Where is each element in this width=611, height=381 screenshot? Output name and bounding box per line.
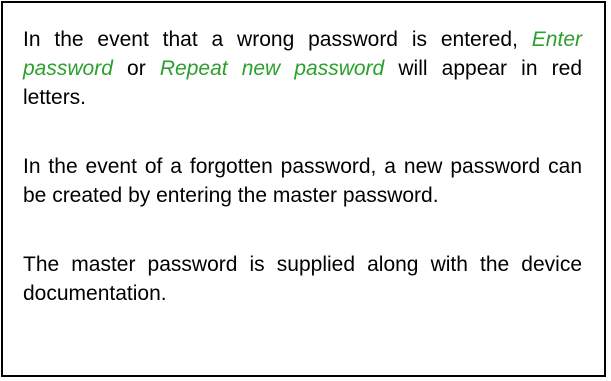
forgotten-password-paragraph: In the event of a forgotten password, a …	[23, 155, 582, 207]
repeat-new-password-term: Repeat new password	[159, 57, 385, 80]
conjunction-text: or	[127, 57, 146, 80]
wrong-password-paragraph: In the event that a wrong password is en…	[23, 25, 582, 112]
master-password-paragraph: The master password is supplied along wi…	[23, 253, 582, 305]
information-note-box: In the event that a wrong password is en…	[1, 1, 606, 377]
wrong-password-text-lead: In the event that a wrong password is en…	[23, 28, 518, 51]
